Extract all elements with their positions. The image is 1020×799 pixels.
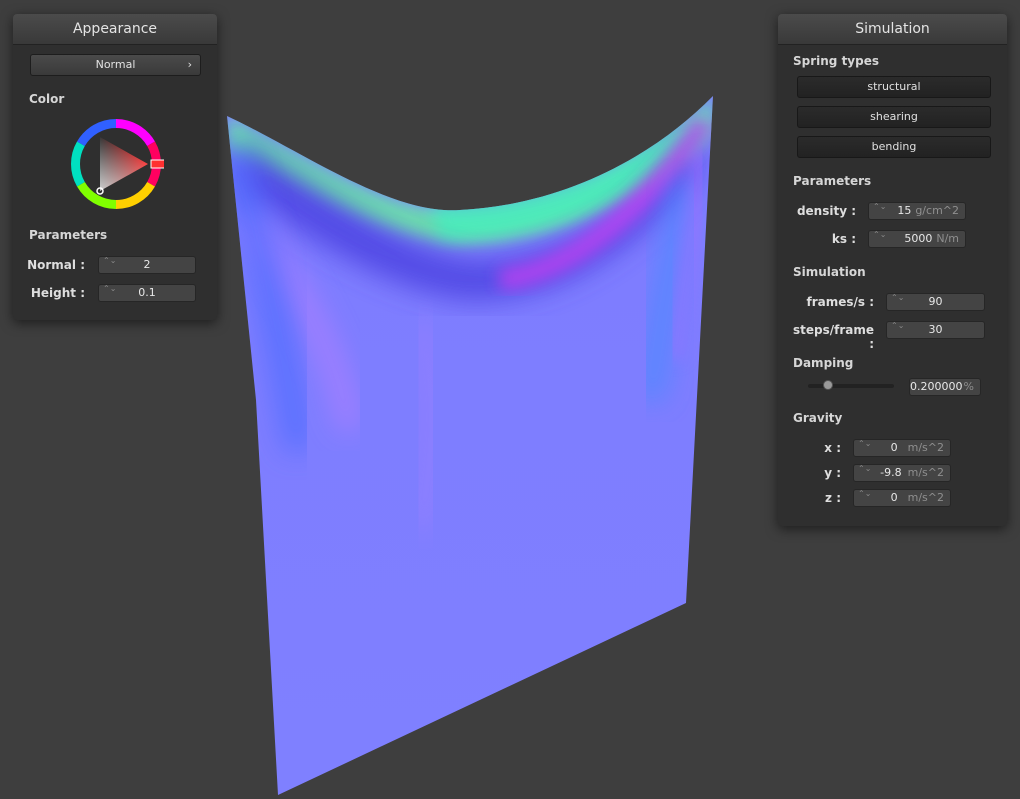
density-value: 15 [897, 204, 912, 217]
normal-input[interactable]: ⌃⌄ 2 [98, 256, 196, 274]
spinner-icon[interactable]: ⌃⌄ [873, 231, 886, 239]
simulation-panel: Simulation Spring types structural shear… [778, 14, 1007, 526]
appearance-panel-title[interactable]: Appearance [13, 14, 217, 45]
structural-button[interactable]: structural [797, 76, 991, 98]
gravity-x-unit: m/s^2 [907, 441, 944, 454]
appearance-parameters-label: Parameters [29, 228, 108, 242]
simulation-parameters-label: Parameters [793, 174, 872, 188]
gravity-z-label: z : [825, 491, 841, 505]
frames-per-second-value: 90 [928, 295, 943, 308]
gravity-z-unit: m/s^2 [907, 491, 944, 504]
spinner-icon[interactable]: ⌃⌄ [858, 440, 871, 448]
gravity-y-label: y : [824, 466, 841, 480]
ks-label: ks : [831, 232, 856, 246]
normal-label: Normal : [27, 258, 85, 272]
damping-slider-track [808, 384, 894, 388]
density-input[interactable]: ⌃⌄ 15 g/cm^2 [868, 202, 966, 220]
spinner-icon[interactable]: ⌃⌄ [858, 465, 871, 473]
frames-per-second-label: frames/s : [806, 295, 874, 309]
simulation-section-label: Simulation [793, 265, 866, 279]
bending-button[interactable]: bending [797, 136, 991, 158]
spinner-icon[interactable]: ⌃⌄ [858, 490, 871, 498]
frames-per-second-input[interactable]: ⌃⌄ 90 [886, 293, 985, 311]
spring-types-label: Spring types [793, 54, 880, 68]
simulation-panel-title[interactable]: Simulation [778, 14, 1007, 45]
height-input[interactable]: ⌃⌄ 0.1 [98, 284, 196, 302]
gravity-y-value: -9.8 [880, 466, 902, 479]
height-value: 0.1 [138, 286, 156, 299]
gravity-x-value: 0 [890, 441, 898, 454]
color-wheel-icon[interactable] [68, 116, 164, 212]
normal-value: 2 [143, 258, 151, 271]
density-unit: g/cm^2 [915, 204, 959, 217]
gravity-label: Gravity [793, 411, 843, 425]
gravity-x-input[interactable]: ⌃⌄ 0 m/s^2 [853, 439, 951, 457]
height-label: Height : [30, 286, 85, 300]
damping-unit: % [963, 380, 974, 393]
shearing-button[interactable]: shearing [797, 106, 991, 128]
density-label: density : [796, 204, 856, 218]
gravity-z-input[interactable]: ⌃⌄ 0 m/s^2 [853, 489, 951, 507]
steps-per-frame-input[interactable]: ⌃⌄ 30 [886, 321, 985, 339]
damping-label: Damping [793, 356, 854, 370]
ks-value: 5000 [904, 232, 933, 245]
gravity-x-label: x : [824, 441, 841, 455]
ks-unit: N/m [936, 232, 959, 245]
steps-per-frame-value: 30 [928, 323, 943, 336]
color-section-label: Color [29, 92, 65, 106]
shading-mode-dropdown[interactable]: Normal › [30, 54, 201, 76]
gravity-y-unit: m/s^2 [907, 466, 944, 479]
damping-slider[interactable] [808, 380, 894, 390]
damping-slider-handle[interactable] [823, 380, 834, 390]
ks-input[interactable]: ⌃⌄ 5000 N/m [868, 230, 966, 248]
chevron-right-icon: › [187, 58, 192, 71]
damping-value: 0.200000 [910, 380, 963, 393]
gravity-y-input[interactable]: ⌃⌄ -9.8 m/s^2 [853, 464, 951, 482]
gravity-z-value: 0 [890, 491, 898, 504]
spinner-icon[interactable]: ⌃⌄ [873, 203, 886, 211]
appearance-panel: Appearance Normal › Color Parameters Nor… [13, 14, 217, 320]
damping-input[interactable]: 0.200000% [909, 378, 981, 396]
steps-per-frame-label: steps/frame : [792, 323, 874, 351]
shading-mode-label: Normal [95, 58, 136, 71]
